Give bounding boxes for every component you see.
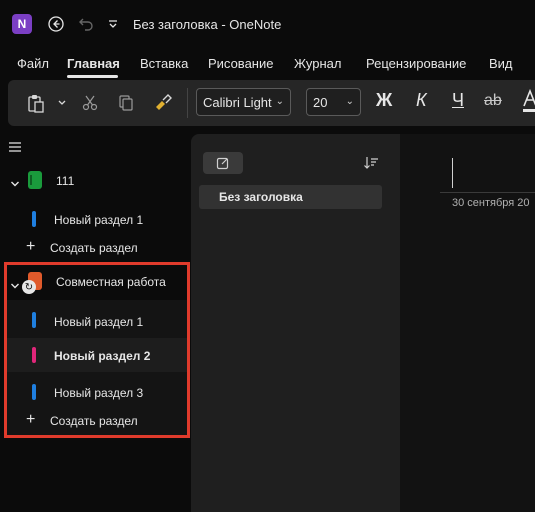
tab-file[interactable]: Файл [17, 56, 49, 71]
title-underline [440, 192, 535, 193]
tab-draw[interactable]: Рисование [208, 56, 273, 71]
active-tab-indicator [67, 75, 118, 78]
font-size-value: 20 [313, 94, 328, 110]
notebook-name[interactable]: 111 [56, 174, 74, 188]
copy-icon[interactable] [114, 91, 138, 115]
font-name-select[interactable]: Calibri Light ⌄ [196, 88, 291, 116]
font-name-value: Calibri Light [203, 94, 272, 110]
sort-icon[interactable] [363, 155, 379, 174]
tab-review[interactable]: Рецензирование [366, 56, 466, 71]
tab-journal[interactable]: Журнал [294, 56, 341, 71]
section-item[interactable]: Новый раздел 1 [54, 213, 143, 227]
ribbon-separator [187, 88, 188, 118]
page-date: 30 сентября 20 [452, 197, 530, 209]
add-section-button[interactable]: Создать раздел [50, 241, 138, 255]
italic-button[interactable]: К [416, 90, 427, 111]
back-icon[interactable] [44, 12, 68, 36]
onenote-logo-icon: N [12, 14, 32, 34]
highlight-annotation [4, 262, 190, 438]
bold-button[interactable]: Ж [376, 90, 392, 111]
navigation-menu-icon[interactable] [8, 140, 22, 158]
title-cursor [452, 158, 453, 188]
paste-icon[interactable] [24, 91, 48, 115]
window-title: Без заголовка - OneNote [133, 17, 282, 32]
font-size-select[interactable]: 20 ⌄ [306, 88, 361, 116]
notebook-spine [30, 175, 32, 185]
undo-icon[interactable] [74, 12, 98, 36]
format-painter-icon[interactable] [151, 91, 175, 115]
add-icon[interactable]: + [26, 238, 35, 256]
page-canvas[interactable] [400, 134, 535, 512]
cut-icon[interactable] [78, 91, 102, 115]
page-item-label: Без заголовка [219, 190, 303, 204]
paste-options-chevron-icon[interactable] [50, 91, 74, 115]
add-page-button[interactable] [203, 152, 243, 174]
strikethrough-button[interactable]: ab [484, 92, 502, 110]
tab-view[interactable]: Вид [489, 56, 513, 71]
chevron-down-icon: ⌄ [345, 96, 354, 107]
tab-insert[interactable]: Вставка [140, 56, 188, 71]
chevron-down-icon: ⌄ [275, 96, 284, 107]
font-color-icon[interactable] [522, 88, 535, 114]
notebook-expand-chevron-icon[interactable] [10, 176, 20, 194]
section-color-tab [32, 211, 36, 227]
underline-button[interactable]: Ч [452, 90, 464, 111]
quick-access-dropdown-icon[interactable] [101, 12, 125, 36]
tab-home[interactable]: Главная [67, 56, 120, 71]
